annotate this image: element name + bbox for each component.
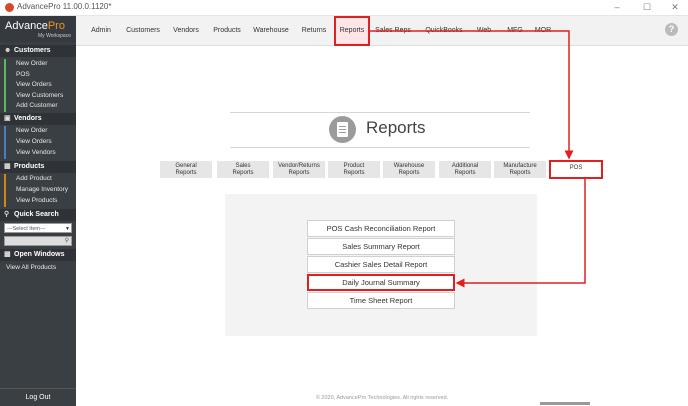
sidebar-item-vendor-new-order[interactable]: New Order bbox=[4, 126, 76, 137]
chevron-down-icon: ▼ bbox=[65, 226, 70, 232]
report-daily-journal-summary[interactable]: Daily Journal Summary bbox=[307, 274, 455, 291]
tab-product-reports[interactable]: Product Reports bbox=[328, 161, 380, 178]
section-quick-search: ⚲ Quick Search bbox=[0, 209, 76, 221]
sidebar-item-add-customer[interactable]: Add Customer bbox=[4, 101, 76, 112]
report-time-sheet[interactable]: Time Sheet Report bbox=[307, 292, 455, 309]
sidebar-item-view-vendors[interactable]: View Vendors bbox=[4, 148, 76, 159]
search-icon: ⚲ bbox=[4, 211, 10, 218]
view-all-products-link[interactable]: View All Products bbox=[6, 264, 56, 271]
tab-pos-reports[interactable]: POS bbox=[549, 160, 603, 179]
tab-general-reports[interactable]: General Reports bbox=[160, 161, 212, 178]
tab-manufacture-reports[interactable]: Manufacture Reports bbox=[494, 161, 546, 178]
section-products: ▦ Products bbox=[0, 161, 76, 173]
section-open-windows: ▩ Open Windows bbox=[0, 249, 76, 261]
sidebar-item-manage-inventory[interactable]: Manage Inventory bbox=[4, 185, 76, 196]
tab-products[interactable]: Products bbox=[209, 16, 245, 46]
report-sales-summary[interactable]: Sales Summary Report bbox=[307, 238, 455, 255]
sidebar-item-view-customers[interactable]: View Customers bbox=[4, 90, 76, 102]
tab-admin[interactable]: Admin bbox=[86, 16, 116, 46]
tab-sales-reps[interactable]: Sales Reps bbox=[374, 16, 412, 46]
search-icon[interactable]: ⚲ bbox=[65, 237, 69, 246]
divider-top bbox=[230, 112, 530, 113]
footer-copyright: © 2020, AdvancePro Technologies. All rig… bbox=[315, 395, 449, 401]
section-customers: ☻ Customers bbox=[0, 45, 76, 57]
top-nav: Admin Customers Vendors Products Warehou… bbox=[76, 16, 688, 46]
title-bar: AdvancePro 11.00.0.1120* – ☐ ✕ bbox=[0, 0, 688, 16]
box-icon: ▦ bbox=[4, 163, 11, 170]
tab-mor[interactable]: MOR bbox=[532, 16, 554, 46]
tab-warehouse[interactable]: Warehouse bbox=[250, 16, 292, 46]
page-title: Reports bbox=[366, 118, 426, 137]
help-icon[interactable]: ? bbox=[665, 23, 678, 36]
sidebar: AdvancePro My Workspace ☻ Customers New … bbox=[0, 16, 76, 406]
quick-search-input[interactable]: ⚲ bbox=[4, 236, 72, 246]
workspace-label: My Workspace bbox=[38, 33, 71, 39]
sidebar-item-new-order[interactable]: New Order bbox=[4, 59, 76, 70]
truck-icon: ▣ bbox=[4, 115, 11, 122]
tab-quickbooks[interactable]: QuickBooks bbox=[423, 16, 465, 46]
report-cashier-sales-detail[interactable]: Cashier Sales Detail Report bbox=[307, 256, 455, 273]
section-vendors: ▣ Vendors bbox=[0, 113, 76, 125]
maximize-button[interactable]: ☐ bbox=[636, 1, 658, 14]
app-icon bbox=[5, 3, 14, 12]
report-pos-cash-reconciliation[interactable]: POS Cash Reconciliation Report bbox=[307, 220, 455, 237]
tab-warehouse-reports[interactable]: Warehouse Reports bbox=[383, 161, 435, 178]
brand-name: AdvancePro bbox=[5, 20, 65, 32]
windows-icon: ▩ bbox=[4, 251, 11, 258]
tab-reports[interactable]: Reports bbox=[334, 16, 370, 46]
tab-vendors[interactable]: Vendors bbox=[169, 16, 203, 46]
clipboard-icon bbox=[329, 116, 356, 143]
sidebar-item-view-orders[interactable]: View Orders bbox=[4, 80, 76, 91]
close-button[interactable]: ✕ bbox=[664, 1, 686, 14]
tab-customers[interactable]: Customers bbox=[123, 16, 163, 46]
tab-mfg[interactable]: MFG bbox=[504, 16, 526, 46]
app-window: AdvancePro 11.00.0.1120* – ☐ ✕ AdvancePr… bbox=[0, 0, 688, 406]
divider-bottom bbox=[230, 147, 530, 148]
quick-search-select[interactable]: ---Select Item--- ▼ bbox=[4, 223, 72, 233]
sidebar-item-vendor-view-orders[interactable]: View Orders bbox=[4, 137, 76, 148]
tab-additional-reports[interactable]: Additional Reports bbox=[439, 161, 491, 178]
app-logo: AdvancePro My Workspace bbox=[0, 16, 76, 42]
tab-web[interactable]: Web bbox=[474, 16, 494, 46]
tab-returns[interactable]: Returns bbox=[297, 16, 331, 46]
minimize-button[interactable]: – bbox=[606, 1, 628, 14]
sidebar-item-add-product[interactable]: Add Product bbox=[4, 174, 76, 185]
tab-vendor-returns-reports[interactable]: Vendor/Returns Reports bbox=[273, 161, 325, 178]
sidebar-item-pos[interactable]: POS bbox=[4, 69, 76, 81]
user-icon: ☻ bbox=[4, 47, 12, 54]
window-title: AdvancePro 11.00.0.1120* bbox=[17, 2, 112, 11]
sidebar-item-view-products[interactable]: View Products bbox=[4, 196, 76, 207]
arrow-reports-to-pos bbox=[370, 30, 574, 160]
scrollbar[interactable] bbox=[540, 402, 590, 405]
tab-sales-reports[interactable]: Sales Reports bbox=[217, 161, 269, 178]
